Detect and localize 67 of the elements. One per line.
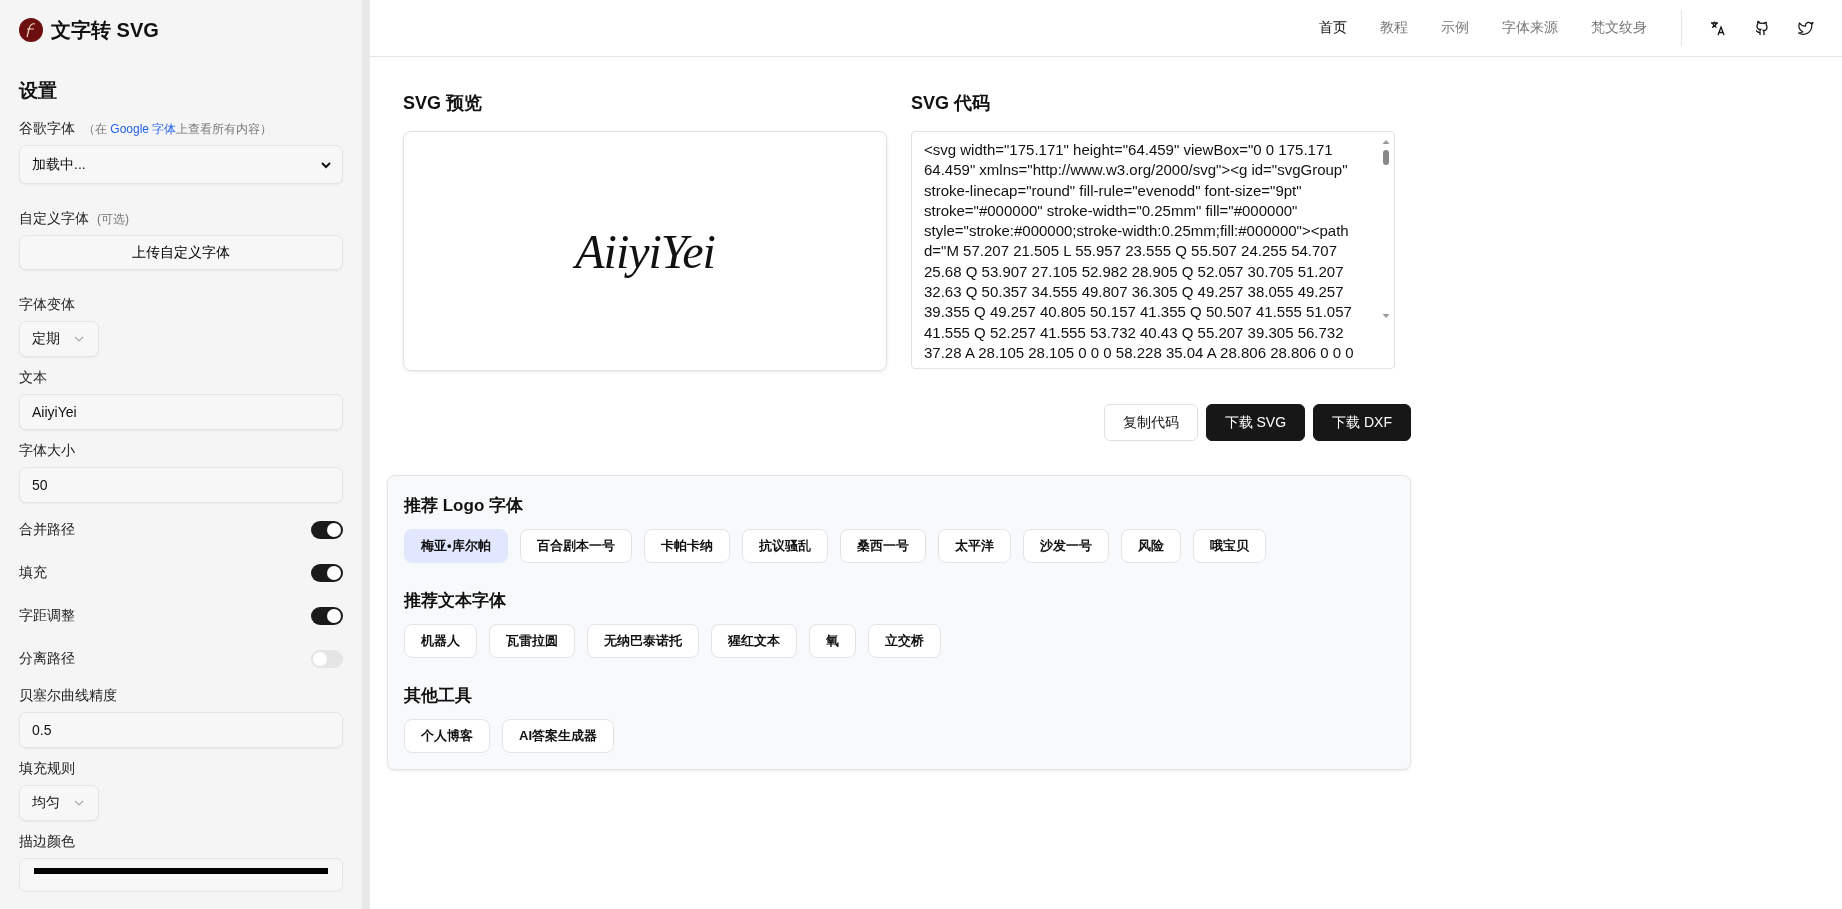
font-chip[interactable]: 猩红文本 bbox=[711, 624, 797, 658]
section-title: 推荐文本字体 bbox=[404, 590, 507, 612]
section-title: 其他工具 bbox=[404, 685, 473, 707]
settings-heading: 设置 bbox=[19, 79, 58, 103]
toggle-label: 填充 bbox=[19, 564, 47, 582]
toggle-label: 字距调整 bbox=[19, 607, 75, 625]
action-button[interactable]: 下载 SVG bbox=[1205, 404, 1306, 441]
section-title: 推荐 Logo 字体 bbox=[404, 495, 524, 517]
code-title: SVG 代码 bbox=[911, 92, 991, 115]
font-chip[interactable]: 立交桥 bbox=[868, 624, 941, 658]
upload-font-button[interactable]: 上传自定义字体 bbox=[19, 235, 343, 270]
font-chip[interactable]: 无纳巴泰诺托 bbox=[587, 624, 699, 658]
field-label: 贝塞尔曲线精度 bbox=[19, 687, 118, 705]
code-textarea[interactable]: <svg width="175.171" height="64.459" viewBox="0 0 175.171 64.459" xmlns="http://www.w3.org/2000/svg"><g id="svgGroup" stroke-linecap="round" fill-rule="evenodd" font-size="9pt" stroke="#000000" stroke-width="0.25mm" fill="#000000" style="stroke:#000000;stroke-width:0.25mm;fill:#000000"><path d="M 57.207 21.505 L 55.957 23.555 Q 55.507 24.255 54.707 25.68 Q 53.907 27.105 52.982 28.905 Q 52.057 30.705 51.207 32.63 Q 50.357 34.555 49.807 36.305 Q 49.257 38.055 49.257 39.355 Q 49.257 40.805 50.157 41.355 Q 50.507 41.555 51.057 41.555 Q 52.257 41.555 53.732 40.43 Q 55.207 39.305 56.732 37.28 A 28.105 28.105 0 0 0 58.228 35.04 A 28.806 28.806 0 0 0 bbox=[911, 131, 1395, 369]
font-chip[interactable]: 梅亚•库尔帕 bbox=[404, 529, 508, 563]
font-select[interactable]: 加载中... bbox=[19, 145, 343, 184]
font-chip[interactable]: 太平洋 bbox=[937, 529, 1011, 563]
font-chip[interactable]: AI答案生成器 bbox=[502, 719, 614, 753]
font-chip[interactable]: 卡帕卡纳 bbox=[643, 529, 730, 563]
nav-link[interactable]: 字体来源 bbox=[1502, 19, 1558, 37]
github-icon[interactable] bbox=[1754, 20, 1770, 36]
font-chip[interactable]: 哦宝贝 bbox=[1192, 529, 1266, 563]
input-field[interactable]: 50 bbox=[19, 467, 343, 503]
translate-icon[interactable] bbox=[1710, 20, 1726, 36]
font-chip[interactable]: 机器人 bbox=[404, 624, 477, 658]
toggle-label: 合并路径 bbox=[19, 521, 75, 539]
chevron-icon bbox=[74, 800, 84, 806]
toggle-switch[interactable] bbox=[311, 564, 343, 582]
field-label: 填充规则 bbox=[19, 760, 76, 778]
toggle-switch[interactable] bbox=[311, 650, 343, 668]
font-chip[interactable]: 桑西一号 bbox=[839, 529, 926, 563]
font-chip[interactable]: 氧 bbox=[809, 624, 856, 658]
nav-link[interactable]: 梵文纹身 bbox=[1591, 19, 1647, 37]
color-field[interactable] bbox=[19, 858, 343, 892]
nav-link[interactable]: 首页 bbox=[1319, 19, 1347, 37]
field-label: 自定义字体 bbox=[19, 210, 89, 226]
chevron-icon bbox=[320, 160, 332, 169]
font-chip[interactable]: 沙发一号 bbox=[1022, 529, 1109, 563]
font-chip[interactable]: 瓦雷拉圆 bbox=[489, 624, 575, 658]
input-field[interactable]: AiiyiYei bbox=[19, 394, 343, 430]
action-button[interactable]: 下载 DXF bbox=[1313, 404, 1411, 441]
toggle-switch[interactable] bbox=[311, 521, 343, 539]
dropdown[interactable]: 定期 bbox=[19, 321, 99, 357]
field-note: (可选) bbox=[97, 212, 129, 226]
chevron-icon bbox=[74, 336, 84, 342]
field-label: 谷歌字体 bbox=[19, 120, 75, 136]
toggle-label: 分离路径 bbox=[19, 650, 75, 668]
field-note: （在 Google 字体上查看所有内容） bbox=[83, 122, 273, 136]
google-fonts-link[interactable]: Google 字体 bbox=[110, 122, 177, 136]
field-label: 字体变体 bbox=[19, 296, 76, 314]
input-field[interactable]: 0.5 bbox=[19, 712, 343, 748]
nav-link[interactable]: 教程 bbox=[1380, 19, 1408, 37]
toggle-switch[interactable] bbox=[311, 607, 343, 625]
nav-link[interactable]: 示例 bbox=[1441, 19, 1469, 37]
font-chip[interactable]: 抗议骚乱 bbox=[741, 529, 828, 563]
twitter-icon[interactable] bbox=[1798, 20, 1814, 36]
field-label: 描边颜色 bbox=[19, 833, 76, 851]
action-button[interactable]: 复制代码 bbox=[1103, 404, 1198, 441]
preview-title: SVG 预览 bbox=[403, 92, 483, 115]
font-chip[interactable]: 个人博客 bbox=[404, 719, 490, 753]
field-label: 字体大小 bbox=[19, 442, 76, 460]
app-title: 文字转 SVG bbox=[51, 17, 159, 43]
field-label: 文本 bbox=[19, 369, 48, 387]
dropdown[interactable]: 均匀 bbox=[19, 785, 99, 821]
font-chip[interactable]: 百合剧本一号 bbox=[519, 529, 632, 563]
logo-icon bbox=[19, 18, 43, 42]
font-chip[interactable]: 风险 bbox=[1120, 529, 1181, 563]
